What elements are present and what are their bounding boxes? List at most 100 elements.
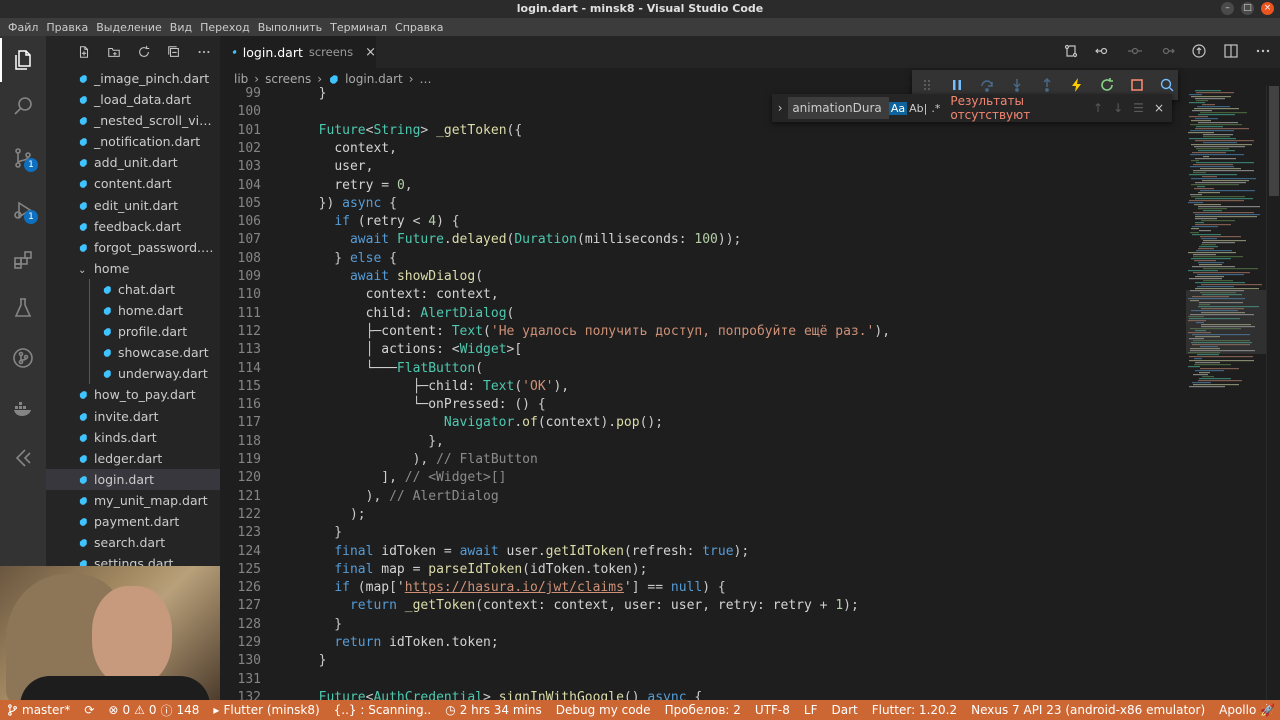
apollo-status[interactable]: Apollo 🚀 [1212, 703, 1280, 717]
file-item[interactable]: add_unit.dart [46, 152, 220, 173]
line-number: 104 [237, 177, 261, 193]
file-item[interactable]: login.dart [46, 468, 220, 490]
git-branch[interactable]: master* [0, 703, 77, 717]
testing-icon[interactable] [0, 286, 46, 330]
menu-run[interactable]: Выполнить [254, 21, 326, 34]
file-item[interactable]: _image_pinch.dart [46, 68, 220, 89]
file-item[interactable]: payment.dart [46, 511, 220, 532]
breadcrumb-lib[interactable]: lib [234, 72, 248, 86]
code-token: 100 [694, 232, 718, 248]
editor-more-icon[interactable] [1254, 42, 1272, 60]
go-back-commit-icon[interactable] [1126, 42, 1144, 60]
regex-toggle[interactable]: .* [929, 102, 942, 115]
explorer-icon[interactable] [0, 38, 46, 82]
time-tracker[interactable]: ◷ 2 hrs 34 mins [438, 703, 549, 717]
go-forward-icon[interactable] [1158, 42, 1176, 60]
file-item[interactable]: _nested_scroll_vie... [46, 110, 220, 131]
open-changes-icon[interactable] [1190, 42, 1208, 60]
compare-icon[interactable] [1062, 42, 1080, 60]
restart-icon[interactable] [1098, 76, 1116, 94]
match-case-toggle[interactable]: Aa [888, 101, 908, 115]
menu-terminal[interactable]: Терминал [326, 21, 391, 34]
step-into-icon[interactable] [1008, 76, 1026, 94]
file-item[interactable]: _notification.dart [46, 131, 220, 152]
collapse-all-icon[interactable] [166, 44, 182, 60]
file-item[interactable]: feedback.dart [46, 216, 220, 237]
file-item[interactable]: _load_data.dart [46, 89, 220, 110]
language-mode[interactable]: Dart [824, 703, 864, 717]
editor-scrollbar[interactable] [1266, 86, 1280, 700]
minimize-button[interactable]: – [1221, 2, 1234, 15]
drag-handle-icon[interactable] [918, 76, 936, 94]
pause-icon[interactable] [948, 76, 966, 94]
code-editor[interactable]: 99 } 100 101 Future<String> _getToken({102… [220, 86, 1186, 700]
minimap-slider[interactable] [1186, 290, 1266, 354]
end-of-line[interactable]: LF [797, 703, 825, 717]
more-actions-icon[interactable] [196, 44, 212, 60]
file-item[interactable]: kinds.dart [46, 427, 220, 448]
split-editor-icon[interactable] [1222, 42, 1240, 60]
hot-reload-icon[interactable] [1068, 76, 1086, 94]
file-item[interactable]: invite.dart [46, 406, 220, 427]
encoding[interactable]: UTF-8 [748, 703, 797, 717]
tab-login-dart[interactable]: login.dart screens × [220, 36, 376, 68]
find-in-selection-icon[interactable]: ☰ [1133, 101, 1144, 115]
sync-icon[interactable]: ⟳ [77, 703, 101, 717]
toggle-replace-icon[interactable]: › [772, 101, 788, 115]
file-item[interactable]: my_unit_map.dart [46, 490, 220, 511]
scrollbar-thumb[interactable] [1269, 86, 1279, 196]
stop-icon[interactable] [1128, 76, 1146, 94]
new-folder-icon[interactable] [106, 44, 122, 60]
close-find-icon[interactable]: × [1154, 101, 1164, 115]
remote-explorer-icon[interactable] [0, 436, 46, 480]
file-item[interactable]: profile.dart [46, 321, 220, 343]
menu-help[interactable]: Справка [391, 21, 447, 34]
file-item[interactable]: underway.dart [46, 363, 220, 385]
problems-indicator[interactable]: ⊗ 0 ⚠ 0 ⓘ 148 [101, 702, 206, 719]
breadcrumb-screens[interactable]: screens [265, 72, 311, 86]
file-item[interactable]: content.dart [46, 173, 220, 194]
close-window-button[interactable]: × [1261, 2, 1274, 15]
breadcrumb-symbol[interactable]: … [420, 72, 432, 86]
file-item[interactable]: how_to_pay.dart [46, 384, 220, 405]
new-file-icon[interactable] [76, 44, 92, 60]
whole-word-toggle[interactable]: Ab| [907, 102, 929, 115]
step-out-icon[interactable] [1038, 76, 1056, 94]
tab-close-button[interactable]: × [365, 45, 376, 60]
step-over-icon[interactable] [978, 76, 996, 94]
maximize-button[interactable]: □ [1241, 2, 1254, 15]
menu-view[interactable]: Вид [166, 21, 196, 34]
menu-edit[interactable]: Правка [42, 21, 92, 34]
extensions-icon[interactable] [0, 238, 46, 282]
file-name: showcase.dart [118, 345, 209, 361]
file-item[interactable]: showcase.dart [46, 342, 220, 364]
go-back-icon[interactable] [1094, 42, 1112, 60]
file-item[interactable]: home.dart [46, 300, 220, 322]
docker-icon[interactable] [0, 386, 46, 430]
menu-file[interactable]: Файл [4, 21, 42, 34]
indentation[interactable]: Пробелов: 2 [658, 703, 748, 717]
file-item[interactable]: chat.dart [46, 278, 220, 300]
previous-match-icon[interactable]: ↑ [1093, 101, 1103, 115]
file-item[interactable]: edit_unit.dart [46, 195, 220, 216]
file-item[interactable]: search.dart [46, 532, 220, 553]
refresh-icon[interactable] [136, 44, 152, 60]
find-input[interactable]: animationDura [788, 97, 889, 119]
device-selector[interactable]: Nexus 7 API 23 (android-x86 emulator) [964, 703, 1212, 717]
flutter-project[interactable]: ▸ Flutter (minsk8) [206, 703, 326, 717]
folder-item[interactable]: ⌄ home [46, 258, 220, 279]
debug-config[interactable]: Debug my code [549, 703, 658, 717]
minimap[interactable] [1186, 86, 1266, 700]
search-icon[interactable] [0, 84, 46, 128]
open-devtools-icon[interactable] [1158, 76, 1176, 94]
run-debug-icon[interactable]: 1 [0, 188, 46, 232]
next-match-icon[interactable]: ↓ [1113, 101, 1123, 115]
source-control-icon[interactable]: 1 [0, 136, 46, 180]
breadcrumb-file[interactable]: login.dart [345, 72, 403, 86]
file-item[interactable]: forgot_password.dart [46, 237, 220, 258]
flutter-version[interactable]: Flutter: 1.20.2 [865, 703, 964, 717]
menu-go[interactable]: Переход [196, 21, 254, 34]
file-item[interactable]: ledger.dart [46, 448, 220, 469]
git-graph-icon[interactable] [0, 336, 46, 380]
menu-selection[interactable]: Выделение [92, 21, 166, 34]
